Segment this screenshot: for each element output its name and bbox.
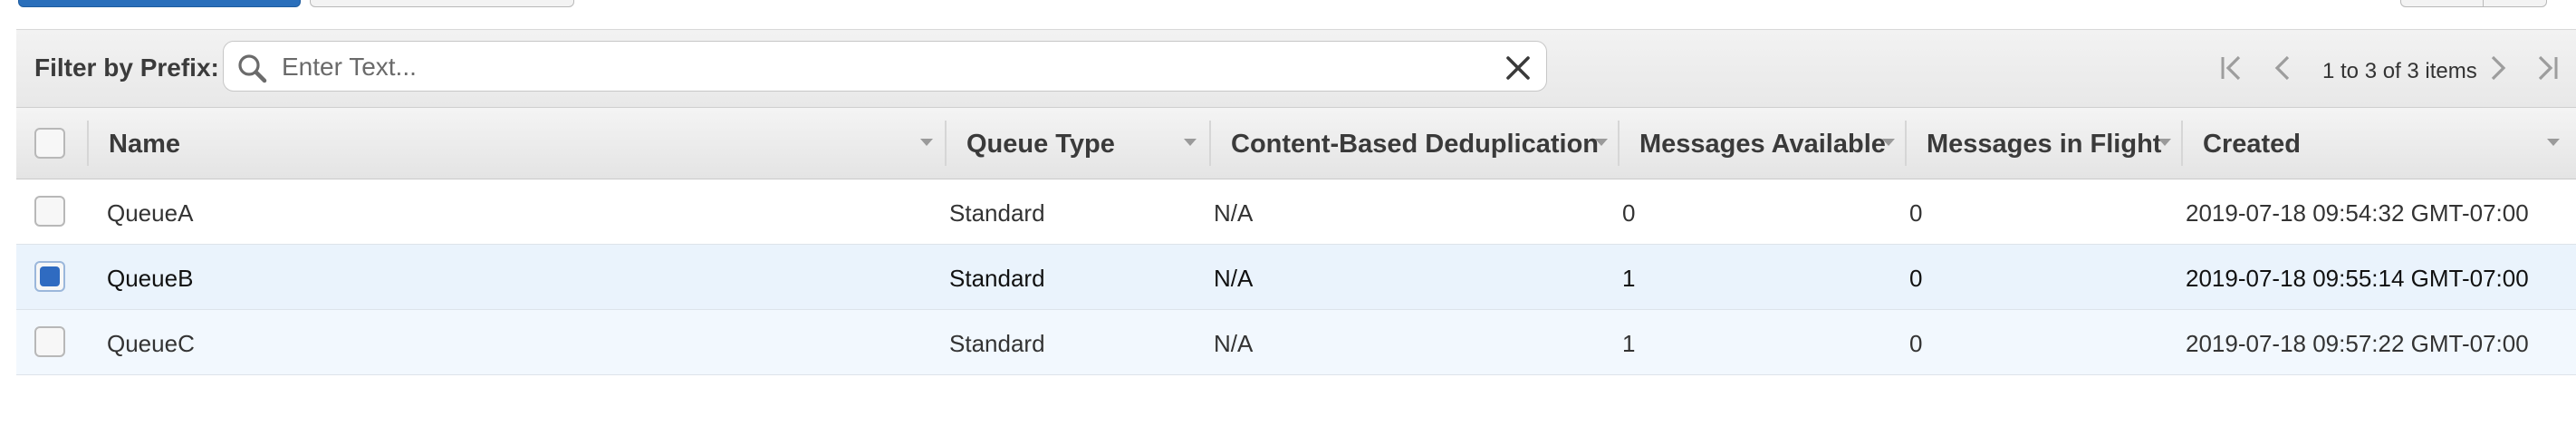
queue-table: Name Queue Type Content-Based Deduplicat…	[16, 107, 2576, 375]
column-header-label: Queue Type	[966, 130, 1115, 159]
last-page-icon[interactable]	[2531, 52, 2563, 84]
messages-in-flight-cell: 0	[1909, 265, 1923, 292]
dedup-cell: N/A	[1214, 265, 1254, 292]
column-header-content-based-deduplication[interactable]: Content-Based Deduplication	[1211, 108, 1620, 179]
create-queue-button[interactable]	[18, 0, 301, 7]
column-header-label: Created	[2203, 130, 2301, 159]
queue-name-cell[interactable]: QueueA	[107, 199, 193, 228]
sort-caret-icon[interactable]	[920, 139, 933, 146]
dedup-cell: N/A	[1214, 199, 1254, 227]
table-row[interactable]: QueueB Standard N/A 1 0 2019-07-18 09:55…	[16, 245, 2576, 310]
filter-prefix-input[interactable]	[280, 49, 1479, 85]
queue-type-cell: Standard	[949, 330, 1045, 357]
row-checkbox[interactable]	[34, 196, 65, 227]
column-header-messages-in-flight[interactable]: Messages in Flight	[1907, 108, 2183, 179]
queue-list-page: Filter by Prefix: 1 to 3 of 3 items	[0, 0, 2576, 426]
previous-page-icon[interactable]	[2266, 52, 2299, 84]
sort-caret-icon[interactable]	[1184, 139, 1197, 146]
clear-icon[interactable]	[1503, 53, 1533, 83]
search-icon	[238, 54, 267, 83]
created-cell: 2019-07-18 09:55:14 GMT-07:00	[2186, 265, 2529, 292]
table-header: Name Queue Type Content-Based Deduplicat…	[16, 107, 2576, 179]
sort-caret-icon[interactable]	[2158, 139, 2171, 146]
table-row[interactable]: QueueA Standard N/A 0 0 2019-07-18 09:54…	[16, 179, 2576, 245]
queue-name-cell[interactable]: QueueC	[107, 330, 195, 358]
queue-actions-button[interactable]	[310, 0, 574, 7]
queue-type-cell: Standard	[949, 199, 1045, 227]
pagination-summary: 1 to 3 of 3 items	[2322, 59, 2477, 83]
select-all-checkbox[interactable]	[34, 128, 65, 159]
messages-available-cell: 1	[1622, 330, 1636, 357]
messages-in-flight-cell: 0	[1909, 330, 1923, 357]
column-header-created[interactable]: Created	[2183, 108, 2576, 179]
queue-type-cell: Standard	[949, 265, 1045, 292]
filter-input-container[interactable]	[223, 41, 1547, 92]
sort-caret-icon[interactable]	[2547, 139, 2560, 146]
column-header-name[interactable]: Name	[89, 108, 947, 179]
column-header-label: Messages in Flight	[1927, 130, 2162, 159]
column-header-label: Name	[109, 130, 180, 159]
filter-label: Filter by Prefix:	[34, 53, 219, 82]
row-checkbox[interactable]	[34, 261, 65, 292]
first-page-icon[interactable]	[2216, 52, 2248, 84]
messages-available-cell: 0	[1622, 199, 1636, 227]
filter-bar: Filter by Prefix: 1 to 3 of 3 items	[16, 29, 2576, 108]
dedup-cell: N/A	[1214, 330, 1254, 357]
select-all-header	[16, 108, 89, 179]
queue-name-cell[interactable]: QueueB	[107, 265, 193, 293]
messages-in-flight-cell: 0	[1909, 199, 1923, 227]
next-page-icon[interactable]	[2482, 52, 2514, 84]
row-checkbox[interactable]	[34, 326, 65, 357]
view-options-button-group[interactable]	[2400, 0, 2547, 7]
column-header-messages-available[interactable]: Messages Available	[1620, 108, 1907, 179]
created-cell: 2019-07-18 09:57:22 GMT-07:00	[2186, 330, 2529, 357]
sort-caret-icon[interactable]	[1882, 139, 1895, 146]
messages-available-cell: 1	[1622, 265, 1636, 292]
pagination: 1 to 3 of 3 items	[2206, 46, 2569, 88]
column-header-label: Messages Available	[1639, 130, 1886, 159]
column-header-label: Content-Based Deduplication	[1231, 130, 1600, 159]
created-cell: 2019-07-18 09:54:32 GMT-07:00	[2186, 199, 2529, 227]
table-row[interactable]: QueueC Standard N/A 1 0 2019-07-18 09:57…	[16, 310, 2576, 375]
column-header-queue-type[interactable]: Queue Type	[947, 108, 1211, 179]
sort-caret-icon[interactable]	[1595, 139, 1608, 146]
